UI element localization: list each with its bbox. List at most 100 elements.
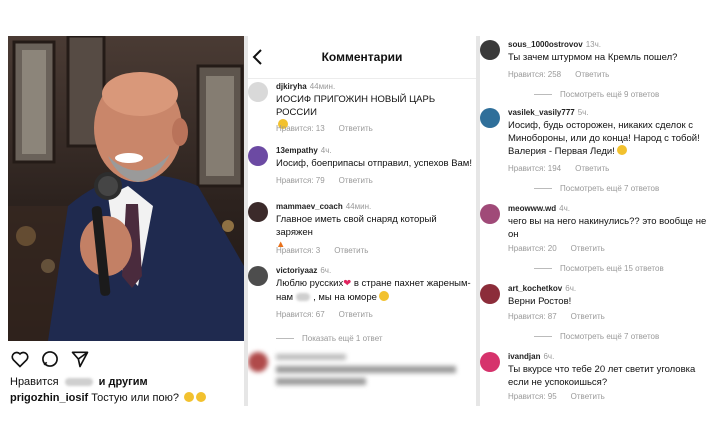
comment-item: djkiryha 44мин. ИОСИФ ПРИГОЖИН НОВЫЙ ЦАРЬ… bbox=[248, 82, 476, 133]
laugh-emoji-icon bbox=[378, 290, 389, 301]
reply-link[interactable]: Ответить bbox=[339, 176, 373, 185]
show-replies[interactable]: Показать ещё 1 ответ bbox=[276, 334, 383, 343]
comment-text-part: Люблю русских bbox=[276, 278, 344, 289]
comment-text-part: нам bbox=[276, 291, 294, 303]
avatar bbox=[248, 352, 268, 372]
comment-time: 44мин. bbox=[309, 82, 336, 91]
comment-item: ivandjan 6ч. Ты вкурсе что тебе 20 лет св… bbox=[480, 352, 712, 406]
reply-link[interactable]: Ответить bbox=[575, 70, 609, 79]
comment-username[interactable]: victoriyaaz bbox=[276, 266, 317, 275]
blurred-word bbox=[296, 292, 311, 301]
comment-time: 4ч. bbox=[559, 204, 570, 213]
show-replies[interactable]: Посмотреть ещё 7 ответов bbox=[534, 184, 659, 193]
comment-text: Иосиф, боеприпасы отправил, успехов Вам! bbox=[276, 158, 472, 169]
comment-meta: Нравится: 79 Ответить bbox=[276, 176, 387, 185]
avatar[interactable] bbox=[480, 108, 500, 128]
comment-likes: Нравится: 20 bbox=[508, 244, 557, 253]
heart-icon[interactable] bbox=[10, 349, 30, 369]
comment-meta: Нравится: 13 Ответить bbox=[276, 124, 387, 133]
avatar[interactable] bbox=[248, 202, 268, 222]
post-photo-illustration bbox=[8, 36, 244, 341]
comment-header: mammaev_coach 44мин. bbox=[276, 202, 371, 211]
comment-item: vasilek_vasily777 5ч. Иосиф, будь осторож… bbox=[480, 108, 712, 198]
blurred-comment bbox=[248, 352, 476, 402]
reply-link[interactable]: Ответить bbox=[339, 310, 373, 319]
grin-emoji-icon bbox=[184, 392, 195, 402]
comment-username[interactable]: djkiryha bbox=[276, 82, 307, 91]
comment-likes: Нравится: 87 bbox=[508, 312, 557, 321]
comment-text-part: , мы на юморе bbox=[313, 291, 377, 303]
comment-username[interactable]: art_kochetkov bbox=[508, 284, 562, 293]
post-actions bbox=[8, 349, 244, 369]
likes-label: Нравится bbox=[10, 376, 59, 388]
show-replies-label: Показать ещё 1 ответ bbox=[302, 334, 383, 343]
comment-text-part: в стране пахнет жареным- bbox=[353, 278, 471, 289]
comment-username[interactable]: ivandjan bbox=[508, 352, 540, 361]
comment-text-content: Главное иметь свой снаряд который заряже… bbox=[276, 214, 437, 238]
comment-likes: Нравится: 13 bbox=[276, 124, 325, 133]
emoji-icon bbox=[616, 145, 627, 155]
heart-emoji-icon: ❤ bbox=[343, 278, 352, 289]
comment-username[interactable]: mammaev_coach bbox=[276, 202, 343, 211]
more-comments-panel: sous_1000ostrovov 13ч. Ты зачем штурмом н… bbox=[480, 36, 712, 406]
show-replies[interactable]: Посмотреть ещё 15 ответов bbox=[534, 264, 664, 273]
comment-username[interactable]: sous_1000ostrovov bbox=[508, 40, 583, 49]
likes-and-others[interactable]: и другим bbox=[99, 376, 148, 388]
reply-link[interactable]: Ответить bbox=[334, 246, 368, 255]
avatar[interactable] bbox=[480, 284, 500, 304]
comment-likes: Нравится: 194 bbox=[508, 164, 562, 173]
comment-time: 6ч. bbox=[565, 284, 577, 293]
avatar[interactable] bbox=[480, 352, 500, 372]
comment-time: 44мин. bbox=[345, 202, 372, 211]
avatar[interactable] bbox=[248, 82, 268, 102]
comment-username[interactable]: vasilek_vasily777 bbox=[508, 108, 575, 117]
reply-link[interactable]: Ответить bbox=[575, 164, 609, 173]
comment-header: victoriyaaz 6ч. bbox=[276, 266, 331, 275]
comment-username[interactable]: meowww.wd bbox=[508, 204, 556, 213]
grin-emoji-icon bbox=[196, 392, 207, 402]
comment-meta: Нравится: 258 Ответить bbox=[508, 70, 623, 79]
comment-likes: Нравится: 3 bbox=[276, 246, 321, 255]
comment-time: 4ч. bbox=[320, 146, 332, 155]
avatar[interactable] bbox=[248, 146, 268, 166]
reply-link[interactable]: Ответить bbox=[339, 124, 373, 133]
comment-meta: Нравится: 67 Ответить bbox=[276, 310, 387, 319]
comments-panel: Комментарии djkiryha 44мин. ИОСИФ ПРИГОЖИ… bbox=[248, 36, 476, 406]
comments-title: Комментарии bbox=[321, 50, 403, 64]
comment-item: 13empathy 4ч. Иосиф, боеприпасы отправил,… bbox=[248, 146, 476, 188]
comment-icon[interactable] bbox=[40, 349, 60, 369]
comment-likes: Нравится: 258 bbox=[508, 70, 562, 79]
comment-meta: Нравится: 87 Ответить bbox=[508, 312, 619, 321]
comment-text: Ты зачем штурмом на Кремль пошел? bbox=[508, 52, 678, 63]
comment-item: mammaev_coach 44мин. Главное иметь свой с… bbox=[248, 202, 476, 256]
avatar[interactable] bbox=[248, 266, 268, 286]
comment-header: art_kochetkov 6ч. bbox=[508, 284, 576, 293]
comment-text: Иосиф, будь осторожен, никаких сделок с … bbox=[508, 120, 708, 159]
comment-text: Ты вкурсе что тебе 20 лет светит уголовк… bbox=[508, 364, 696, 388]
post-caption: prigozhin_iosif Тостую или пою? bbox=[10, 392, 207, 404]
comment-likes: Нравится: 67 bbox=[276, 310, 325, 319]
reply-link[interactable]: Ответить bbox=[571, 392, 605, 401]
comment-username[interactable]: 13empathy bbox=[276, 146, 318, 155]
comment-header: 13empathy 4ч. bbox=[276, 146, 332, 155]
post-author[interactable]: prigozhin_iosif bbox=[10, 392, 88, 404]
comment-likes: Нравится: 79 bbox=[276, 176, 325, 185]
comment-meta: Нравится: 3 Ответить bbox=[276, 246, 382, 255]
show-replies[interactable]: Посмотреть ещё 9 ответов bbox=[534, 90, 659, 99]
comment-header: meowww.wd 4ч. bbox=[508, 204, 570, 213]
reply-link[interactable]: Ответить bbox=[571, 312, 605, 321]
comment-meta: Нравится: 95 Ответить bbox=[508, 392, 619, 401]
post-photo[interactable] bbox=[8, 36, 244, 341]
comment-item: art_kochetkov 6ч. Верни Ростов! Нравится:… bbox=[480, 284, 712, 346]
share-icon[interactable] bbox=[70, 349, 90, 369]
comments-header: Комментарии bbox=[248, 36, 476, 79]
comment-text-content: ИОСИФ ПРИГОЖИН НОВЫЙ ЦАРЬ РОССИИ bbox=[276, 94, 436, 118]
comment-header: ivandjan 6ч. bbox=[508, 352, 554, 361]
reply-link[interactable]: Ответить bbox=[571, 244, 605, 253]
show-replies[interactable]: Посмотреть ещё 7 ответов bbox=[534, 332, 659, 341]
blurred-text bbox=[276, 378, 366, 385]
caption-text: Тостую или пою? bbox=[91, 392, 179, 404]
avatar[interactable] bbox=[480, 204, 500, 224]
comment-item: victoriyaaz 6ч. Люблю русских❤ в стране п… bbox=[248, 266, 476, 356]
avatar[interactable] bbox=[480, 40, 500, 60]
